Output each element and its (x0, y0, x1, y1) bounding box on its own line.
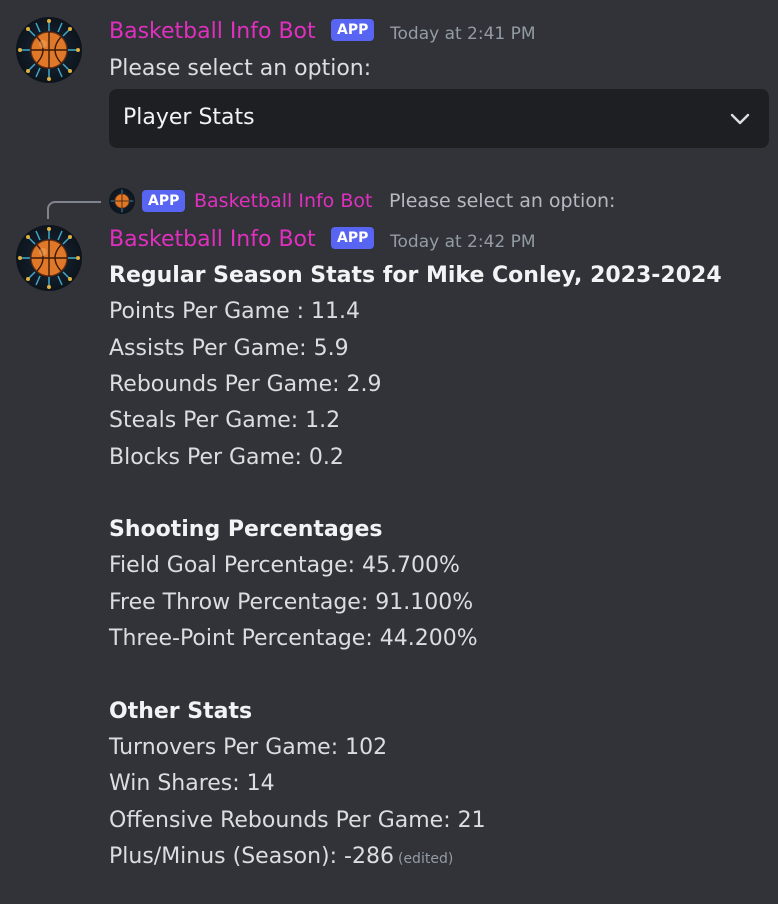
message-timestamp: Today at 2:41 PM (390, 24, 536, 44)
stats-heading: Regular Season Stats for Mike Conley, 20… (109, 263, 722, 288)
author-name[interactable]: Basketball Info Bot (109, 226, 316, 254)
stat-line: Free Throw Percentage: 91.100% (109, 590, 474, 615)
stat-line: Win Shares: 14 (109, 771, 275, 796)
reply-connector-line (47, 201, 101, 219)
reply-author-name[interactable]: Basketball Info Bot (194, 187, 372, 215)
stat-line: Field Goal Percentage: 45.700% (109, 553, 460, 578)
bot-avatar[interactable] (16, 17, 82, 83)
edited-label: (edited) (397, 851, 454, 867)
stat-line: Points Per Game : 11.4 (109, 299, 361, 324)
app-badge: APP (331, 227, 375, 249)
select-value: Player Stats (123, 105, 255, 130)
stat-line: Assists Per Game: 5.9 (109, 336, 349, 361)
basketball-circuit-icon (18, 227, 80, 289)
author-name[interactable]: Basketball Info Bot (109, 18, 316, 46)
stat-line: Offensive Rebounds Per Game: 21 (109, 808, 486, 833)
other-stats-heading: Other Stats (109, 699, 253, 724)
stat-line: Turnovers Per Game: 102 (109, 735, 388, 760)
stat-line-text: Plus/Minus (Season): -286 (109, 844, 394, 869)
stat-line: Rebounds Per Game: 2.9 (109, 372, 382, 397)
chevron-down-icon (729, 109, 751, 129)
stat-line: Blocks Per Game: 0.2 (109, 445, 344, 470)
reply-app-badge: APP (142, 190, 186, 212)
bot-avatar[interactable] (16, 225, 82, 291)
message-text: Please select an option: (109, 56, 372, 81)
reply-text[interactable]: Please select an option: (389, 187, 615, 215)
basketball-circuit-icon (18, 19, 80, 81)
shooting-heading: Shooting Percentages (109, 517, 383, 542)
stat-line: Steals Per Game: 1.2 (109, 408, 341, 433)
message-timestamp: Today at 2:42 PM (390, 232, 536, 252)
option-select-menu[interactable]: Player Stats (109, 89, 769, 148)
reply-avatar (109, 188, 135, 214)
app-badge: APP (331, 19, 375, 41)
stat-line: Three-Point Percentage: 44.200% (109, 626, 478, 651)
stat-line-last: Plus/Minus (Season): -286 (edited) (109, 842, 453, 874)
